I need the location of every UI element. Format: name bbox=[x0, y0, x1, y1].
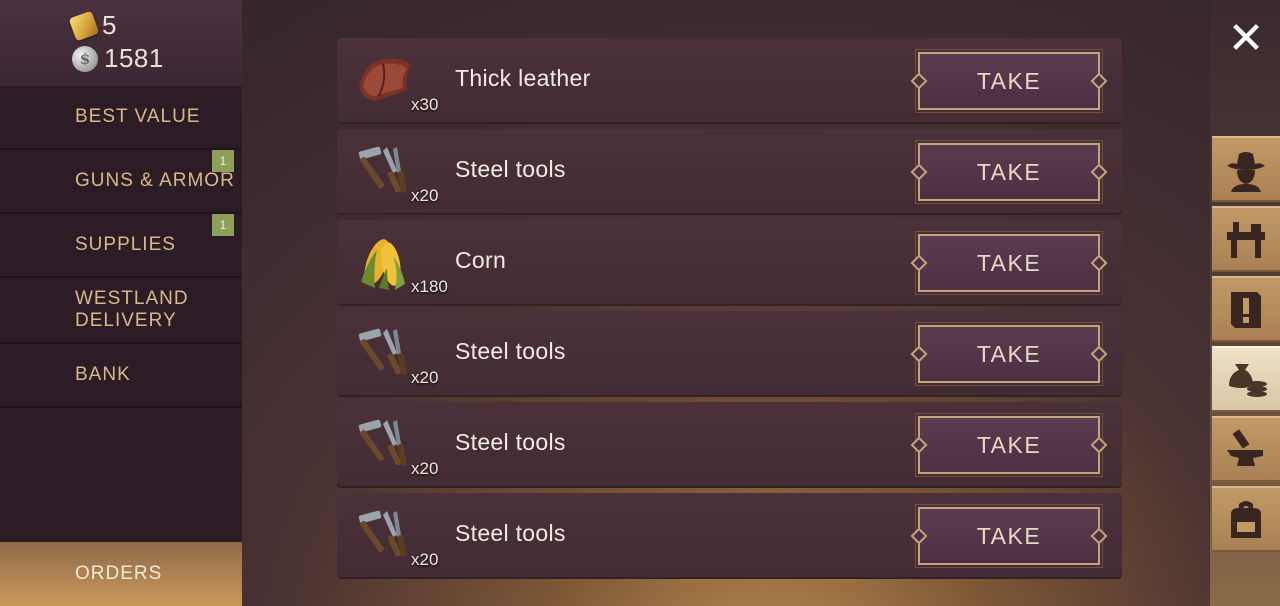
item-name: Corn bbox=[455, 247, 507, 273]
tab-trade[interactable] bbox=[1212, 346, 1280, 412]
item-quantity: x20 bbox=[411, 368, 439, 387]
tools-icon bbox=[358, 328, 407, 376]
take-button[interactable]: TAKE bbox=[915, 140, 1103, 204]
tools-icon bbox=[358, 510, 407, 558]
item-name: Thick leather bbox=[455, 65, 591, 91]
order-row: x180 Corn TAKE bbox=[337, 220, 1122, 306]
take-button[interactable]: TAKE bbox=[915, 49, 1103, 113]
item-quantity: x30 bbox=[411, 95, 439, 114]
sidebar-empty-area bbox=[0, 408, 242, 542]
cowboy-icon bbox=[1227, 152, 1265, 192]
item-name: Steel tools bbox=[455, 338, 566, 364]
item-name: Steel tools bbox=[455, 156, 566, 182]
order-row: x20 Steel tools TAKE bbox=[337, 402, 1122, 488]
notification-badge: 1 bbox=[212, 214, 234, 236]
take-button[interactable]: TAKE bbox=[915, 413, 1103, 477]
sidebar: 5 $ 1581 BEST VALUE GUNS & ARMOR 1 SUPPL… bbox=[0, 0, 242, 606]
gold-nugget-icon bbox=[68, 10, 100, 41]
leather-icon bbox=[359, 58, 411, 101]
sidebar-item-orders[interactable]: ORDERS bbox=[0, 542, 242, 606]
sidebar-item-label: WESTLAND DELIVERY bbox=[75, 288, 189, 331]
take-button[interactable]: TAKE bbox=[915, 231, 1103, 295]
sidebar-item-guns-armor[interactable]: GUNS & ARMOR 1 bbox=[0, 150, 242, 214]
notification-badge: 1 bbox=[212, 150, 234, 172]
sidebar-item-label: ORDERS bbox=[75, 563, 163, 584]
tab-characters[interactable] bbox=[1212, 136, 1280, 202]
sidebar-item-best-value[interactable]: BEST VALUE bbox=[0, 86, 242, 150]
trade-icon bbox=[1229, 364, 1267, 397]
take-button[interactable]: TAKE bbox=[915, 504, 1103, 568]
sidebar-item-label: BEST VALUE bbox=[75, 106, 201, 127]
corn-icon bbox=[361, 239, 405, 290]
gold-balance: 5 bbox=[68, 10, 117, 41]
item-name: Steel tools bbox=[455, 429, 566, 455]
item-quantity: x180 bbox=[411, 277, 448, 296]
tab-forge[interactable] bbox=[1212, 416, 1280, 482]
tools-icon bbox=[358, 146, 407, 194]
order-row: x20 Steel tools TAKE bbox=[337, 129, 1122, 215]
close-icon[interactable]: ✕ bbox=[1222, 17, 1270, 61]
tab-crafting[interactable] bbox=[1212, 206, 1280, 272]
currency-panel: 5 $ 1581 bbox=[0, 0, 242, 86]
quest-icon bbox=[1231, 292, 1261, 328]
sidebar-item-westland-delivery[interactable]: WESTLAND DELIVERY bbox=[0, 278, 242, 344]
sidebar-item-supplies[interactable]: SUPPLIES 1 bbox=[0, 214, 242, 278]
sidebar-item-label: SUPPLIES bbox=[75, 234, 176, 255]
tab-inventory[interactable] bbox=[1212, 486, 1280, 552]
sidebar-item-bank[interactable]: BANK bbox=[0, 344, 242, 408]
tools-icon bbox=[358, 419, 407, 467]
item-quantity: x20 bbox=[411, 550, 439, 569]
tab-quests[interactable] bbox=[1212, 276, 1280, 342]
item-quantity: x20 bbox=[411, 459, 439, 478]
backpack-icon bbox=[1231, 501, 1261, 538]
sidebar-item-label: BANK bbox=[75, 364, 131, 385]
order-row: x20 Steel tools TAKE bbox=[337, 311, 1122, 397]
sidebar-item-label: GUNS & ARMOR bbox=[75, 170, 235, 191]
silver-amount: 1581 bbox=[104, 43, 164, 73]
item-quantity: x20 bbox=[411, 186, 439, 205]
silver-coin-icon: $ bbox=[72, 45, 98, 72]
item-name: Steel tools bbox=[455, 520, 566, 546]
order-row: x30 Thick leather TAKE bbox=[337, 38, 1122, 124]
order-row: x20 Steel tools TAKE bbox=[337, 493, 1122, 579]
gold-amount: 5 bbox=[102, 10, 117, 40]
anvil-icon bbox=[1227, 429, 1263, 466]
take-button[interactable]: TAKE bbox=[915, 322, 1103, 386]
silver-balance: $ 1581 bbox=[72, 43, 164, 74]
workbench-icon bbox=[1227, 222, 1265, 258]
